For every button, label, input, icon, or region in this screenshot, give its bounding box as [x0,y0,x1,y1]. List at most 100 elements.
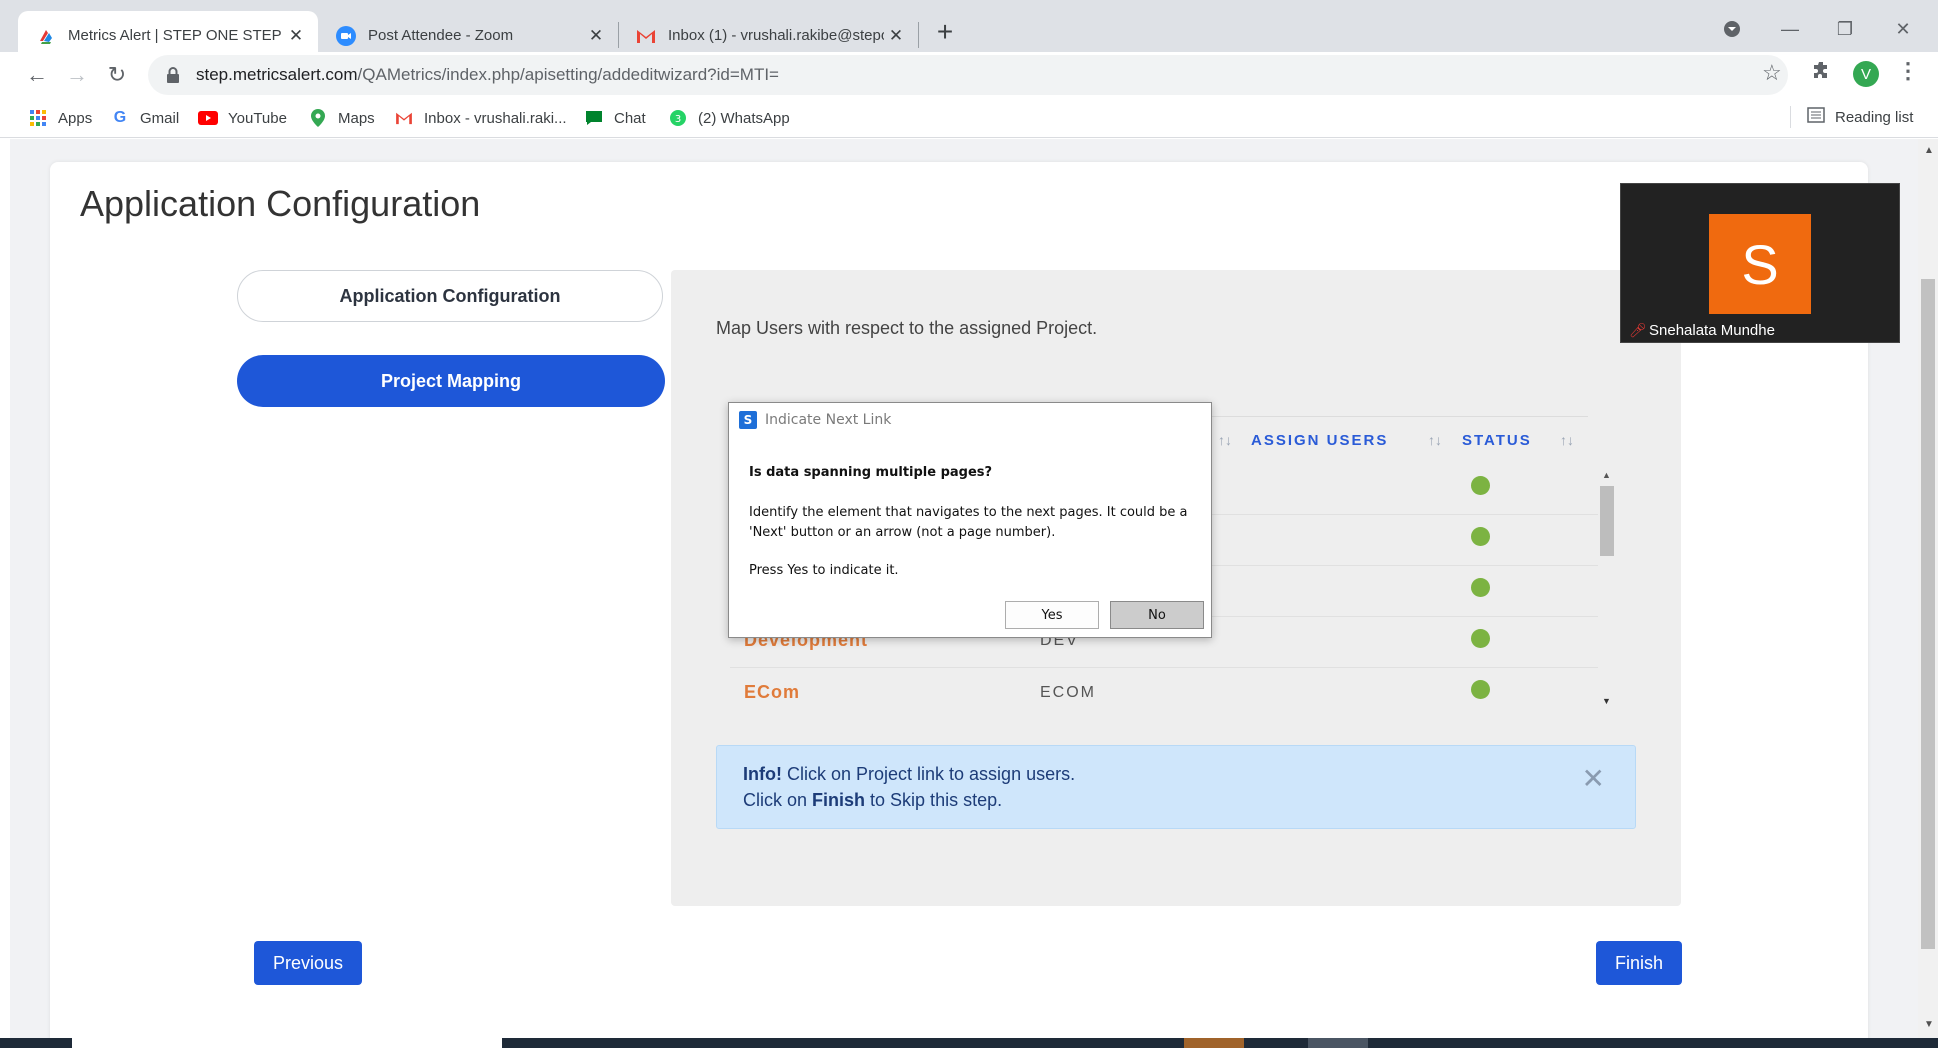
no-button[interactable]: No [1110,601,1204,629]
close-icon[interactable]: ✕ [584,24,608,48]
gmail-icon [394,108,414,128]
finish-button[interactable]: Finish [1596,941,1682,985]
bookmark-inbox[interactable]: Inbox - vrushali.raki... [394,108,567,128]
info-text: Click on [743,790,813,810]
browser-menu-icon[interactable]: ⋮ [1897,58,1919,84]
taskbar-search[interactable] [72,1038,502,1048]
yes-button[interactable]: Yes [1005,601,1099,629]
page-scrollbar[interactable]: ▲ ▼ [1918,139,1938,1039]
participant-avatar: S [1709,214,1811,314]
sort-icon[interactable]: ↑↓ [1428,432,1442,448]
tab-title: Post Attendee - Zoom [368,27,514,44]
close-icon[interactable]: ✕ [1582,762,1605,795]
bookmark-youtube[interactable]: YouTube [198,108,287,128]
restore-icon[interactable]: ❐ [1830,14,1860,44]
address-bar[interactable]: step.metricsalert.com/QAMetrics/index.ph… [148,55,1788,95]
step-project-mapping[interactable]: Project Mapping [237,355,665,407]
scroll-down-icon[interactable]: ▼ [1602,696,1611,706]
previous-button[interactable]: Previous [254,941,362,985]
youtube-icon [198,108,218,128]
tab-separator [918,22,919,48]
forward-icon[interactable]: → [62,60,92,90]
browser-tabstrip: Metrics Alert | STEP ONE STEP AH ✕ Post … [0,0,1938,60]
scroll-down-icon[interactable]: ▼ [1924,1019,1934,1030]
bookmark-chat[interactable]: Chat [584,108,646,128]
url-text: step.metricsalert.com/QAMetrics/index.ph… [196,65,779,85]
table-scrollbar[interactable]: ▲ ▼ [1600,470,1614,710]
status-active-icon [1471,476,1490,495]
bookmark-maps[interactable]: Maps [308,108,375,128]
bookmark-star-icon[interactable]: ☆ [1762,60,1782,86]
gmail-icon [636,26,656,46]
profile-avatar[interactable]: V [1853,61,1879,87]
table-row-divider [730,667,1598,668]
metricsalert-icon [36,26,56,46]
step-application-configuration[interactable]: Application Configuration [237,270,663,322]
bookmark-gmail[interactable]: G Gmail [110,108,179,128]
dialog-titlebar[interactable]: S Indicate Next Link [729,403,1211,437]
participant-name: Snehalata Mundhe [1649,322,1775,339]
whatsapp-icon: 3 [668,108,688,128]
back-icon[interactable]: ← [22,60,52,90]
sort-icon[interactable]: ↑↓ [1218,432,1232,448]
status-active-icon [1471,527,1490,546]
minimize-icon[interactable]: — [1775,14,1805,44]
dialog-instructions: Identify the element that navigates to t… [749,505,1188,540]
url-path: /QAMetrics/index.php/apisetting/addeditw… [357,65,779,84]
window-close-icon[interactable]: ✕ [1888,14,1918,44]
zoom-icon [336,25,356,46]
reading-list-icon [1807,107,1825,127]
maps-pin-icon [308,108,328,128]
svg-text:3: 3 [675,114,681,125]
bookmark-apps[interactable]: Apps [28,108,92,128]
tab-search-icon[interactable] [1717,14,1747,44]
info-strong: Finish [812,790,866,810]
status-active-icon [1471,629,1490,648]
status-active-icon [1471,578,1490,597]
page-scrollbar-thumb[interactable] [1921,279,1935,949]
scroll-up-icon[interactable]: ▲ [1602,470,1611,480]
reload-icon[interactable]: ↻ [102,60,132,90]
info-alert: Info! Click on Project link to assign us… [716,745,1636,829]
tab-title: Metrics Alert | STEP ONE STEP AH [68,27,284,44]
lock-icon[interactable] [162,64,184,86]
apps-grid-icon [28,108,48,128]
bookmarks-bar: Apps G Gmail YouTube Maps Inbox - vrusha… [0,98,1938,138]
taskbar-app[interactable] [1308,1038,1368,1048]
indicate-next-link-dialog: S Indicate Next Link Is data spanning mu… [728,402,1212,638]
app-logo-icon: S [739,411,757,429]
bookmark-label: Chat [614,109,646,127]
bookmarks-divider [1790,106,1791,128]
new-tab-icon[interactable]: + [930,16,960,47]
project-link-ecom[interactable]: ECom [744,682,800,703]
status-active-icon [1471,680,1490,699]
scroll-up-icon[interactable]: ▲ [1924,145,1934,156]
bookmark-label: Apps [58,109,93,127]
video-participant-tile[interactable]: S 🎤︎ Snehalata Mundhe [1620,183,1900,343]
mic-muted-icon: 🎤︎ [1629,322,1647,338]
column-header-assign-users[interactable]: ASSIGN USERS [1251,432,1388,449]
extensions-icon[interactable] [1812,60,1832,86]
bookmark-label: Gmail [140,109,180,127]
url-host: step.metricsalert.com [196,65,358,84]
sort-icon[interactable]: ↑↓ [1560,432,1574,448]
table-scrollbar-thumb[interactable] [1600,486,1614,556]
info-strong: Info! [743,764,782,784]
info-text: Click on Project link to assign users. [781,764,1076,784]
taskbar-app[interactable] [1184,1038,1244,1048]
dialog-question: Is data spanning multiple pages? [749,465,993,480]
close-icon[interactable]: ✕ [284,24,308,48]
bookmark-label: YouTube [228,109,287,127]
close-icon[interactable]: ✕ [884,24,908,48]
panel-description: Map Users with respect to the assigned P… [716,318,1098,338]
os-taskbar [0,1038,1938,1048]
google-icon: G [113,109,127,126]
dialog-title: Indicate Next Link [765,412,892,428]
bookmark-label: Inbox - vrushali.raki... [424,109,567,127]
info-text: to Skip this step. [865,790,1003,810]
bookmark-whatsapp[interactable]: 3 (2) WhatsApp [668,108,790,128]
bookmark-label: (2) WhatsApp [698,109,790,127]
info-line-1: Info! Click on Project link to assign us… [743,764,1075,785]
reading-list-button[interactable]: Reading list [1790,106,1913,128]
column-header-status[interactable]: STATUS [1462,432,1532,449]
